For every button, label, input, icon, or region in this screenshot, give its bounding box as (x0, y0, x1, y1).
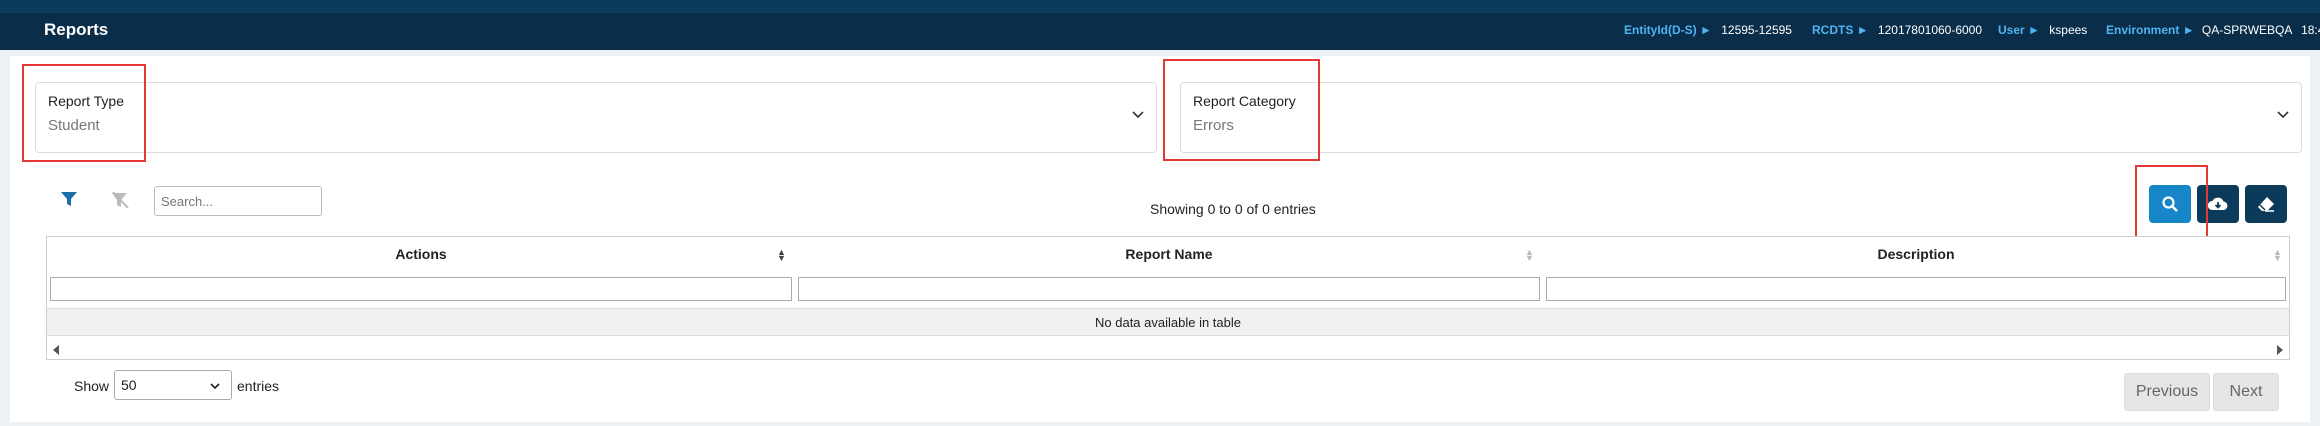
page-size-select[interactable]: 50 (114, 370, 232, 400)
scroll-left-icon[interactable] (51, 344, 61, 356)
filter-icon[interactable] (60, 190, 78, 208)
reports-table: Actions ▲ ▼ Report Name ▲ ▼ Description ▲ ▼… (46, 236, 2290, 360)
description-filter-input[interactable] (1546, 277, 2286, 301)
user-info: User ► kspees (1998, 23, 2087, 37)
rcdts-info: RCDTS ► 12017801060-6000 (1812, 23, 1982, 37)
column-label: Report Name (1125, 246, 1213, 262)
page-title: Reports (44, 20, 109, 39)
env-key: Environment (2106, 23, 2180, 37)
entries-label: entries (237, 378, 280, 394)
clear-button[interactable] (2245, 185, 2287, 223)
column-header-report-name[interactable]: Report Name (795, 237, 1543, 271)
page-size-value: 50 (121, 377, 137, 393)
chevron-down-icon (210, 383, 220, 390)
rcdts-key: RCDTS (1812, 23, 1854, 37)
previous-button[interactable]: Previous (2124, 373, 2210, 411)
arrow-icon: ► (2028, 23, 2040, 37)
entity-key: EntityId(D-S) (1624, 23, 1697, 37)
report-type-select[interactable]: Report Type Student (35, 82, 1157, 153)
rcdts-value: 12017801060-6000 (1877, 23, 1983, 37)
sort-icon[interactable]: ▲ ▼ (2273, 248, 2282, 263)
highlight-box (22, 64, 146, 162)
highlight-box (2135, 165, 2208, 243)
entries-info: Showing 0 to 0 of 0 entries (1150, 201, 1316, 217)
sort-icon[interactable]: ▲ ▼ (1525, 248, 1534, 263)
empty-table-message: No data available in table (47, 308, 2289, 336)
app-header: Reports EntityId(D-S) ► 12595-12595 RCDT… (0, 13, 2320, 50)
horizontal-scrollbar[interactable] (47, 341, 2289, 359)
env-value: QA-SPRWEBQA (2201, 23, 2292, 37)
sort-icon[interactable]: ▲ ▼ (777, 248, 786, 263)
entity-value: 12595-12595 (1721, 23, 1792, 37)
next-button[interactable]: Next (2213, 373, 2279, 411)
arrow-icon: ► (1700, 23, 1712, 37)
report-category-select[interactable]: Report Category Errors (1180, 82, 2302, 153)
user-value: kspees (2049, 23, 2088, 37)
arrow-icon: ► (1856, 23, 1869, 37)
eraser-icon (2258, 197, 2274, 212)
chevron-down-icon (1132, 111, 1144, 119)
highlight-box (1163, 59, 1320, 161)
column-header-description[interactable]: Description (1543, 237, 2289, 271)
clock-time: 18:44 (2301, 23, 2320, 37)
search-input[interactable] (154, 186, 322, 216)
cloud-download-icon (2207, 197, 2228, 210)
clear-filter-icon[interactable] (110, 190, 130, 210)
show-label: Show (74, 378, 110, 394)
arrow-icon: ► (2182, 23, 2195, 37)
chevron-down-icon (2277, 111, 2289, 119)
column-header-actions[interactable]: Actions (47, 237, 795, 271)
column-label: Actions (395, 246, 447, 262)
entity-info: EntityId(D-S) ► 12595-12595 (1624, 23, 1792, 37)
top-strip (0, 0, 2320, 13)
scroll-right-icon[interactable] (2275, 344, 2285, 356)
user-key: User (1998, 23, 2025, 37)
report-name-filter-input[interactable] (798, 277, 1540, 301)
environment-info: Environment ► QA-SPRWEBQA 18:44 (2106, 23, 2320, 37)
column-label: Description (1877, 246, 1955, 262)
actions-filter-input[interactable] (50, 277, 792, 301)
